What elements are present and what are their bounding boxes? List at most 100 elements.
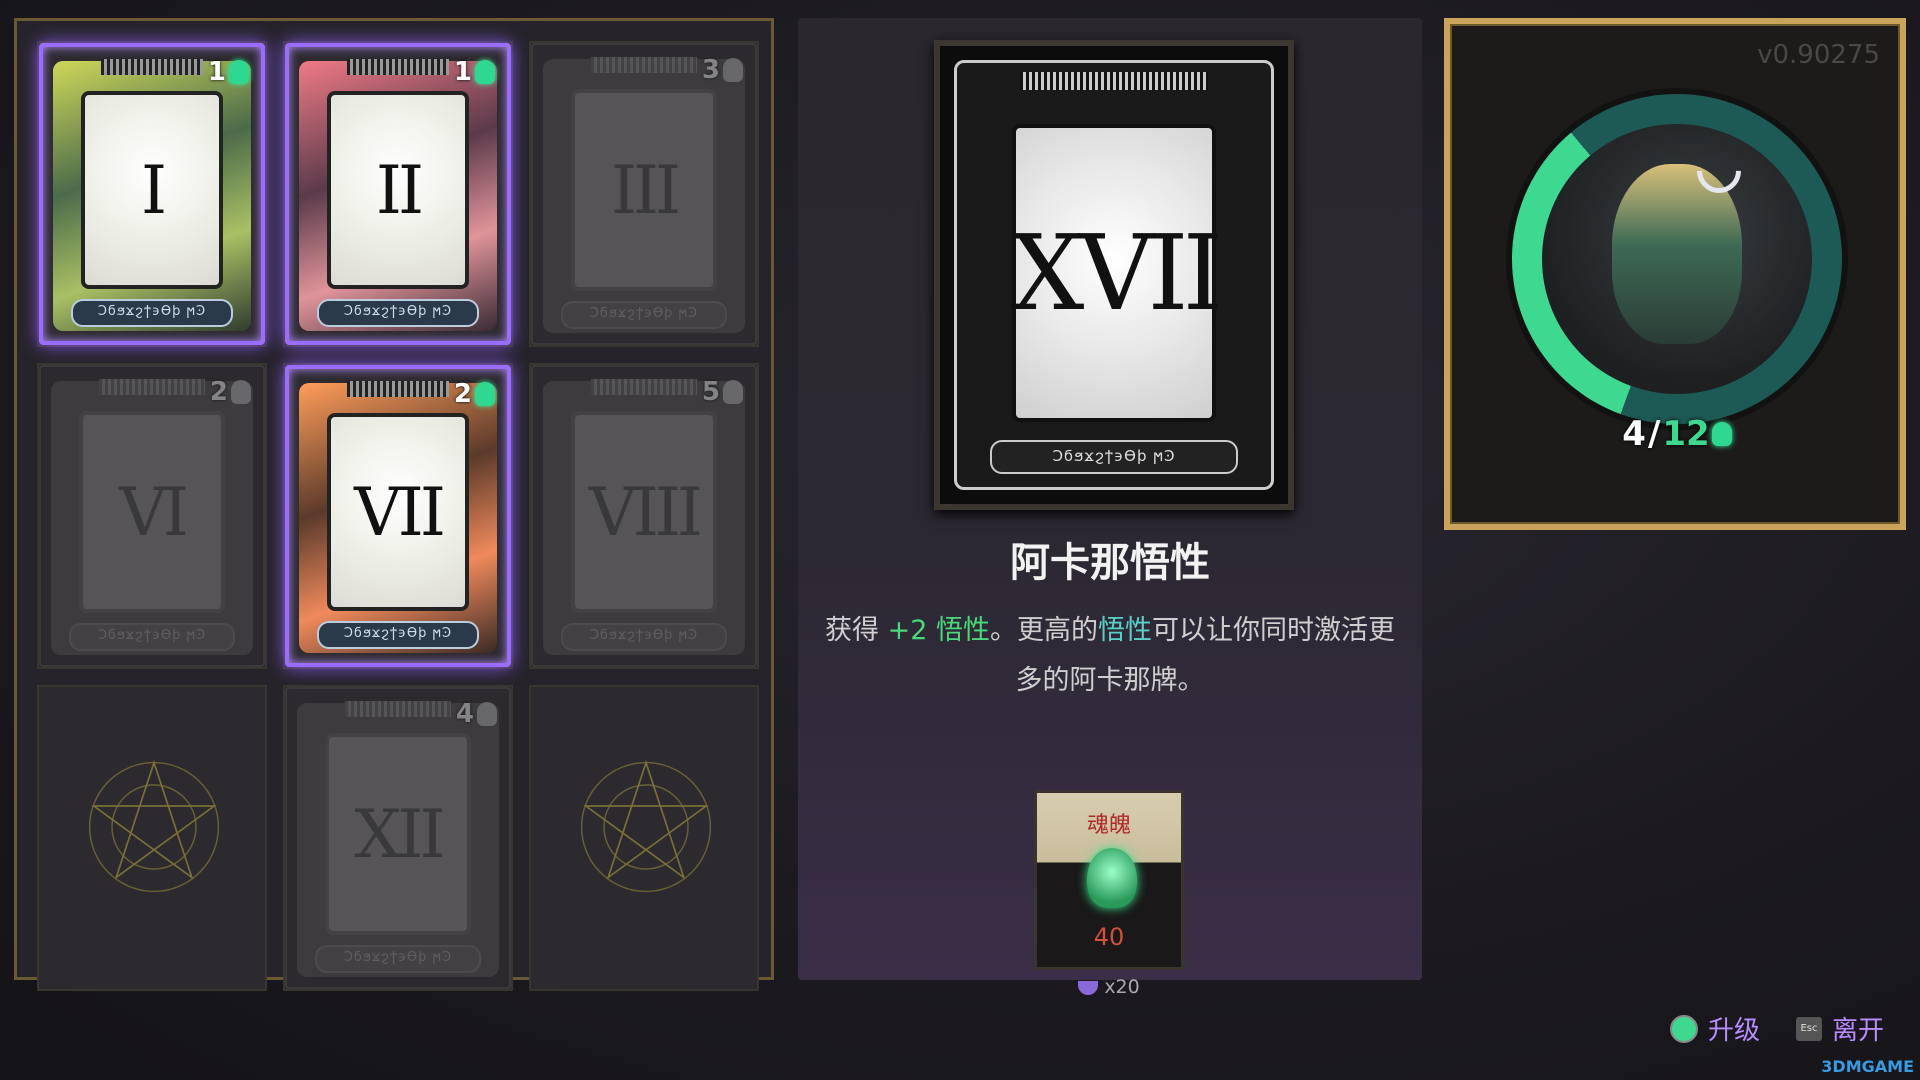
card-slot[interactable]: VIII Ͻϭϧϫϩϯ϶ϴϸ ϻϿ 5 bbox=[529, 363, 759, 669]
card-cost: 1 bbox=[454, 57, 495, 87]
grasp-icon bbox=[1711, 422, 1732, 446]
psyche-icon bbox=[1087, 848, 1137, 908]
card-topbar bbox=[1020, 72, 1208, 90]
card-topbar bbox=[591, 379, 697, 395]
card-face: XII bbox=[325, 733, 471, 935]
card-face: III bbox=[571, 89, 717, 291]
pentagram-icon bbox=[580, 759, 712, 893]
card-topbar bbox=[99, 379, 205, 395]
card-cost: 2 bbox=[210, 377, 251, 407]
card-topbar bbox=[101, 59, 203, 75]
grasp-icon bbox=[723, 58, 743, 82]
exit-prompt[interactable]: Esc 离开 bbox=[1795, 1010, 1884, 1047]
card-face: I bbox=[81, 91, 223, 289]
card-cost-value: 2 bbox=[453, 379, 472, 409]
card-face: II bbox=[327, 91, 469, 289]
grasp-ring: 4 / 12 bbox=[1512, 94, 1842, 454]
arcana-card[interactable]: VII Ͻϭϧϫϩϯ϶ϴϸ ϻϿ 2 bbox=[285, 365, 511, 667]
card-script: Ͻϭϧϫϩϯ϶ϴϸ ϻϿ bbox=[317, 299, 479, 327]
exit-label: 离开 bbox=[1831, 1016, 1884, 1046]
card-script: Ͻϭϧϫϩϯ϶ϴϸ ϻϿ bbox=[71, 299, 233, 327]
card-slot[interactable]: VII Ͻϭϧϫϩϯ϶ϴϸ ϻϿ 2 bbox=[283, 363, 513, 669]
esc-key-icon: Esc bbox=[1795, 1016, 1822, 1041]
upgrade-key-icon bbox=[1669, 1014, 1698, 1043]
card-cost-value: 1 bbox=[453, 57, 472, 87]
arcana-card[interactable]: I Ͻϭϧϫϩϯ϶ϴϸ ϻϿ 1 bbox=[39, 43, 265, 345]
card-numeral: III bbox=[610, 151, 681, 229]
arcana-card[interactable]: XII Ͻϭϧϫϩϯ϶ϴϸ ϻϿ 4 bbox=[285, 687, 511, 989]
grasp-max: 12 bbox=[1662, 414, 1710, 454]
price-currency-label: 魂魄 bbox=[1086, 813, 1131, 838]
grasp-icon bbox=[231, 380, 251, 404]
card-cost-value: 4 bbox=[455, 699, 474, 729]
card-slot[interactable]: VI Ͻϭϧϫϩϯ϶ϴϸ ϻϿ 2 bbox=[37, 363, 267, 669]
card-slot[interactable]: II Ͻϭϧϫϩϯ϶ϴϸ ϻϿ 1 bbox=[283, 41, 513, 347]
grasp-icon bbox=[477, 702, 497, 726]
grasp-separator: / bbox=[1647, 414, 1661, 454]
card-numeral: VIII bbox=[589, 473, 703, 551]
grasp-icon bbox=[723, 380, 743, 404]
card-script: Ͻϭϧϫϩϯ϶ϴϸ ϻϿ bbox=[69, 623, 235, 651]
card-slot[interactable]: XII Ͻϭϧϫϩϯ϶ϴϸ ϻϿ 4 bbox=[283, 685, 513, 991]
watermark-logo: 3DMGAME bbox=[1821, 1057, 1914, 1076]
card-topbar bbox=[347, 59, 449, 75]
desc-term: 悟性 bbox=[1097, 615, 1152, 646]
grasp-icon bbox=[475, 382, 495, 406]
card-numeral: XII bbox=[354, 795, 445, 873]
card-script: Ͻϭϧϫϩϯ϶ϴϸ ϻϿ bbox=[317, 621, 479, 649]
card-face: VIII bbox=[571, 411, 717, 613]
price-value: 40 bbox=[1093, 923, 1125, 951]
arcana-card[interactable]: VI Ͻϭϧϫϩϯ϶ϴϸ ϻϿ 2 bbox=[39, 365, 265, 667]
ring-inner: 4 / 12 bbox=[1542, 124, 1812, 454]
empty-card-slot[interactable] bbox=[529, 685, 759, 991]
card-numeral: I bbox=[140, 151, 167, 229]
grasp-current: 4 bbox=[1622, 414, 1646, 454]
control-prompts: 升级 Esc 离开 bbox=[1669, 1010, 1884, 1047]
card-cost-value: 1 bbox=[207, 57, 226, 87]
grasp-readout: 4 / 12 bbox=[1542, 414, 1812, 454]
arcana-card[interactable]: VIII Ͻϭϧϫϩϯ϶ϴϸ ϻϿ 5 bbox=[531, 365, 757, 667]
card-cost-value: 5 bbox=[701, 377, 720, 407]
upgrade-label: 升级 bbox=[1707, 1016, 1760, 1046]
ash-icon bbox=[1078, 980, 1099, 995]
card-cost-value: 3 bbox=[701, 55, 720, 85]
card-face: VI bbox=[79, 411, 225, 613]
upgrade-price-box[interactable]: 魂魄 40 bbox=[1034, 790, 1184, 970]
grasp-icon bbox=[475, 60, 495, 84]
card-cost-value: 2 bbox=[209, 377, 228, 407]
card-cost: 5 bbox=[702, 377, 743, 407]
card-description: 获得 +2 悟性。更高的悟性可以让你同时激活更多的阿卡那牌。 bbox=[818, 606, 1402, 706]
arcana-card[interactable]: II Ͻϭϧϫϩϯ϶ϴϸ ϻϿ 1 bbox=[285, 43, 511, 345]
card-topbar bbox=[591, 57, 697, 73]
owned-count: x20 bbox=[1034, 976, 1184, 998]
card-script: Ͻϭϧϫϩϯ϶ϴϸ ϻϿ bbox=[990, 440, 1238, 474]
grasp-icon bbox=[229, 60, 249, 84]
version-label: v0.90275 bbox=[1757, 40, 1880, 70]
selected-card-numeral: XVII bbox=[1010, 212, 1223, 334]
desc-mid: 。更高的 bbox=[989, 615, 1098, 646]
upgrade-prompt[interactable]: 升级 bbox=[1669, 1010, 1760, 1047]
card-topbar bbox=[347, 381, 449, 397]
card-topbar bbox=[345, 701, 451, 717]
card-numeral: VI bbox=[119, 473, 189, 551]
card-cost: 4 bbox=[456, 699, 497, 729]
desc-bonus: +2 悟性 bbox=[887, 615, 990, 646]
arcana-card-grid: I Ͻϭϧϫϩϯ϶ϴϸ ϻϿ 1 II Ͻϭϧϫϩϯ϶ϴϸ ϻϿ 1 III Ͻϭϧϫϩϯ϶ϴ… bbox=[14, 18, 774, 991]
card-title: 阿卡那悟性 bbox=[1010, 540, 1210, 586]
pentagram-icon bbox=[88, 759, 220, 893]
card-face: VII bbox=[327, 413, 469, 611]
card-slot[interactable]: I Ͻϭϧϫϩϯ϶ϴϸ ϻϿ 1 bbox=[37, 41, 267, 347]
card-cost: 3 bbox=[702, 55, 743, 85]
card-script: Ͻϭϧϫϩϯ϶ϴϸ ϻϿ bbox=[561, 301, 727, 329]
card-cost: 1 bbox=[208, 57, 249, 87]
empty-card-slot[interactable] bbox=[37, 685, 267, 991]
card-cost: 2 bbox=[454, 379, 495, 409]
card-script: Ͻϭϧϫϩϯ϶ϴϸ ϻϿ bbox=[561, 623, 727, 651]
card-face: XVII bbox=[1010, 124, 1224, 422]
grasp-portrait-panel: v0.90275 4 / 12 bbox=[1444, 18, 1906, 530]
card-numeral: II bbox=[375, 151, 424, 229]
desc-prefix: 获得 bbox=[825, 615, 888, 646]
arcana-card[interactable]: III Ͻϭϧϫϩϯ϶ϴϸ ϻϿ 3 bbox=[531, 43, 757, 345]
selected-card-art: XVII Ͻϭϧϫϩϯ϶ϴϸ ϻϿ bbox=[934, 40, 1294, 510]
card-slot[interactable]: III Ͻϭϧϫϩϯ϶ϴϸ ϻϿ 3 bbox=[529, 41, 759, 347]
